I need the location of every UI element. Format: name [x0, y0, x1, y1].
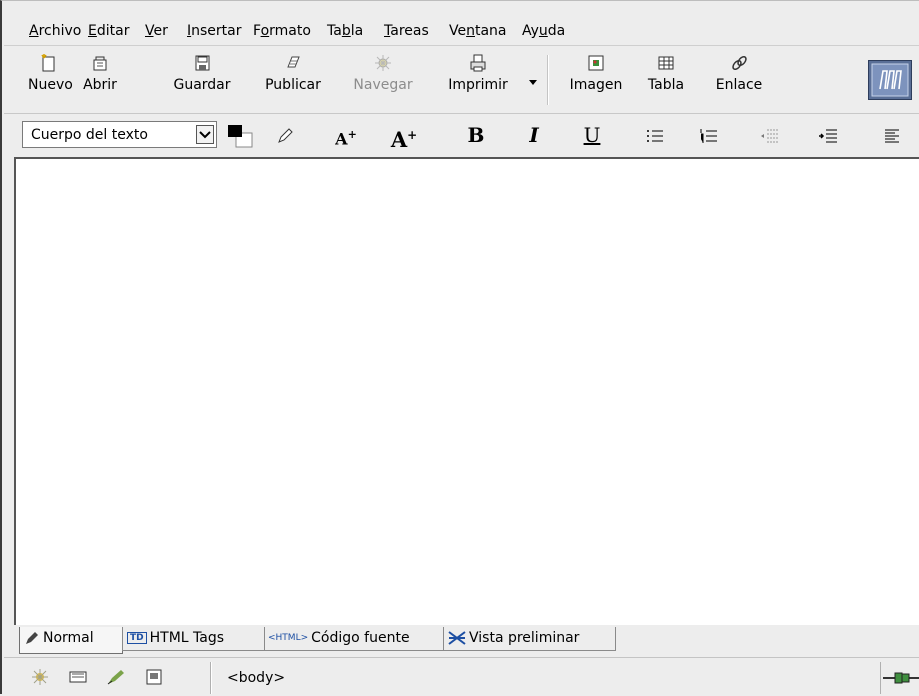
- insert-image-button[interactable]: Imagen: [564, 53, 628, 105]
- link-chain-icon: [732, 55, 747, 71]
- align-left-icon[interactable]: [884, 128, 900, 144]
- tab-source-code[interactable]: <HTML> Código fuente: [264, 627, 444, 651]
- insert-image-label: Imagen: [569, 77, 623, 93]
- tab-preview[interactable]: Vista preliminar: [443, 627, 616, 651]
- app-logo: [868, 60, 912, 100]
- print-button[interactable]: Imprimir: [444, 53, 512, 105]
- chevron-down-icon[interactable]: [196, 125, 214, 144]
- outdent-icon[interactable]: [760, 128, 780, 144]
- menu-ver[interactable]: Ver: [145, 23, 168, 39]
- preview-icon: [448, 631, 466, 645]
- mail-icon[interactable]: [68, 668, 88, 686]
- browse-button[interactable]: Navegar: [348, 53, 418, 105]
- paragraph-style-select[interactable]: Cuerpo del texto: [22, 121, 217, 148]
- editor-canvas[interactable]: [14, 157, 919, 625]
- bullet-list-icon[interactable]: [646, 128, 664, 144]
- table-icon: [658, 56, 674, 70]
- browse-button-label: Navegar: [353, 77, 413, 93]
- paragraph-style-value: Cuerpo del texto: [31, 127, 148, 143]
- menu-archivo[interactable]: Archivo: [29, 23, 81, 39]
- highlight-pencil-icon[interactable]: [276, 127, 294, 145]
- menu-editar[interactable]: Editar: [88, 23, 129, 39]
- open-button-label: Abrir: [83, 77, 117, 93]
- print-button-label: Imprimir: [448, 77, 508, 93]
- tab-html-tags[interactable]: TD HTML Tags: [122, 627, 265, 651]
- insert-link-button[interactable]: Enlace: [710, 53, 768, 105]
- insert-table-button[interactable]: Tabla: [644, 53, 688, 105]
- bold-button[interactable]: B: [466, 123, 486, 149]
- td-tag-icon: TD: [127, 632, 147, 644]
- tab-normal[interactable]: Normal: [19, 627, 123, 654]
- new-button-label: Nuevo: [28, 77, 73, 93]
- element-path[interactable]: <body>: [227, 670, 285, 686]
- underline-button[interactable]: U: [582, 123, 602, 149]
- insert-link-label: Enlace: [715, 77, 763, 93]
- new-button[interactable]: Nuevo: [28, 53, 73, 105]
- address-book-icon[interactable]: [144, 668, 164, 686]
- app-window: Archivo Editar Ver Insertar Formato Tabl…: [0, 0, 919, 696]
- text-color-picker-icon[interactable]: [224, 121, 258, 149]
- navigator-icon[interactable]: [30, 668, 50, 686]
- menu-ayuda[interactable]: Ayuda: [522, 23, 565, 39]
- open-folder-icon: [93, 56, 107, 71]
- italic-button[interactable]: I: [524, 123, 544, 149]
- menu-tabla[interactable]: Tabla: [327, 23, 363, 39]
- edit-mode-tabs: Normal TD HTML Tags <HTML> Código fuente V…: [12, 625, 919, 656]
- indent-icon[interactable]: [818, 128, 838, 144]
- menu-tareas[interactable]: Tareas: [384, 23, 429, 39]
- new-document-icon: [41, 54, 55, 72]
- smaller-font-icon[interactable]: A+: [334, 123, 358, 149]
- toolbar-separator: [547, 55, 549, 105]
- menu-ventana[interactable]: Ventana: [449, 23, 507, 39]
- insert-table-label: Tabla: [647, 77, 685, 93]
- pen-icon: [26, 632, 38, 644]
- online-status[interactable]: [880, 662, 919, 694]
- save-button-label: Guardar: [173, 77, 231, 93]
- open-button[interactable]: Abrir: [80, 53, 120, 105]
- status-bar: <body>: [4, 657, 919, 696]
- mozilla-logo-icon: [871, 63, 909, 97]
- connection-plug-icon: [883, 672, 919, 684]
- print-dropdown-arrow-icon[interactable]: [528, 79, 538, 87]
- main-toolbar: Nuevo Abrir Guardar Publicar Navegar Imp…: [4, 47, 919, 114]
- publish-button-label: Publicar: [265, 77, 321, 93]
- menu-formato[interactable]: Formato: [253, 23, 311, 39]
- publish-button[interactable]: Publicar: [258, 53, 328, 105]
- browse-star-icon: [375, 55, 391, 71]
- menu-insertar[interactable]: Insertar: [187, 23, 242, 39]
- html-source-icon: <HTML>: [268, 633, 309, 643]
- image-icon: [588, 55, 604, 71]
- floppy-disk-icon: [195, 55, 210, 71]
- printer-icon: [470, 54, 486, 72]
- status-divider: [210, 662, 212, 694]
- save-button[interactable]: Guardar: [170, 53, 234, 105]
- numbered-list-icon[interactable]: [700, 128, 718, 144]
- format-toolbar: Cuerpo del texto A+ A+ B I U: [4, 115, 919, 155]
- menu-bar: Archivo Editar Ver Insertar Formato Tabl…: [4, 1, 919, 46]
- composer-icon[interactable]: [106, 668, 126, 686]
- larger-font-icon[interactable]: A+: [390, 123, 418, 152]
- publish-icon: [287, 56, 300, 68]
